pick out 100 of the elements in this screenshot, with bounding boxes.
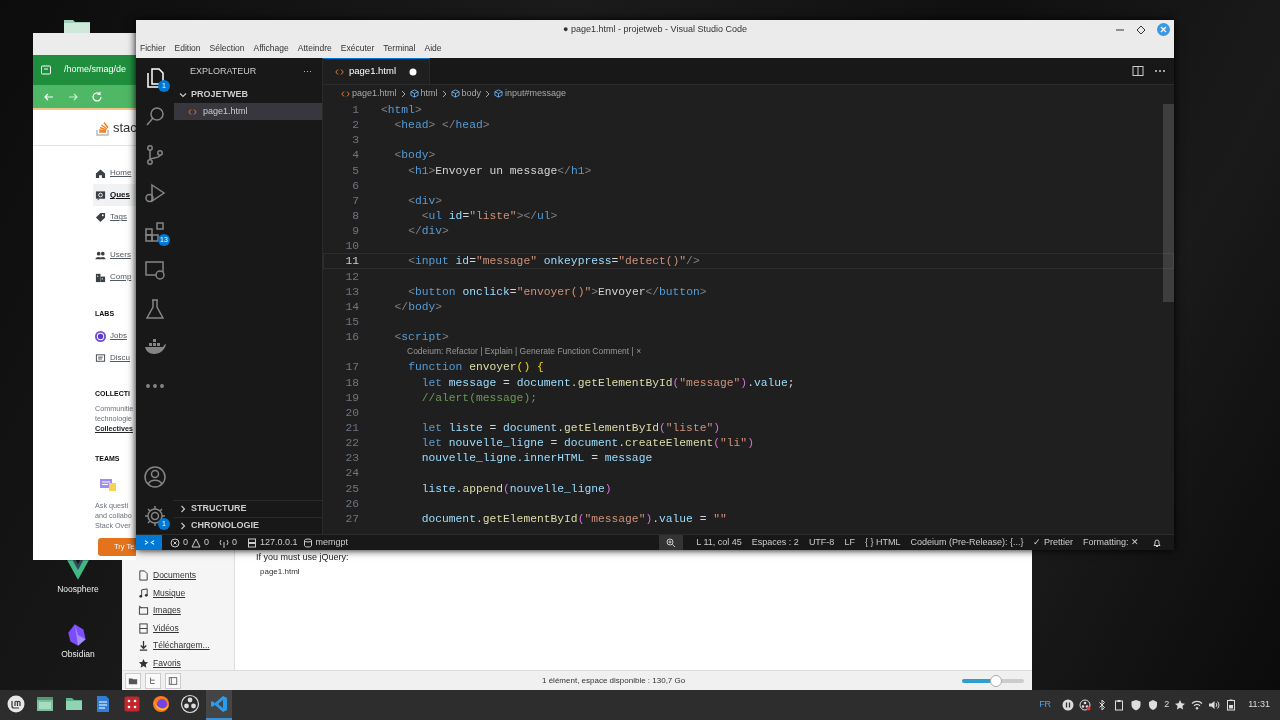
- status-item[interactable]: LF: [839, 535, 860, 550]
- desktop-icon-label[interactable]: Noosphere: [57, 583, 99, 596]
- sidebar-item[interactable]: Musique: [122, 584, 234, 602]
- tab-icon[interactable]: [40, 64, 52, 76]
- editor-tab[interactable]: page1.html: [323, 58, 430, 84]
- teams-chat-icon: [100, 478, 116, 492]
- shield-icon[interactable]: [1130, 699, 1143, 711]
- line-number: 12: [344, 269, 359, 283]
- line-number: 9: [351, 224, 359, 238]
- line-number: 6: [351, 178, 359, 192]
- battery-icon[interactable]: [1225, 699, 1238, 711]
- line-number: 11: [344, 254, 359, 268]
- menu-icon[interactable]: [6, 694, 26, 714]
- shield-badge-icon[interactable]: [1147, 699, 1160, 711]
- bell-icon: [1152, 537, 1162, 548]
- code-lens[interactable]: Codeium: Refactor | Explain | Generate Function Comment | ×: [323, 344, 1174, 360]
- menu-item[interactable]: Sélection: [209, 42, 245, 55]
- more-actions[interactable]: ···: [303, 65, 312, 79]
- nav-link[interactable]: Discu: [93, 347, 136, 369]
- line-number: 15: [344, 314, 359, 329]
- nav-link[interactable]: Users: [93, 244, 136, 266]
- clipboard-icon[interactable]: [1113, 699, 1126, 711]
- flask-icon[interactable]: [143, 296, 167, 321]
- menu-item[interactable]: Aide: [424, 42, 442, 55]
- code-editor-icon[interactable]: [209, 694, 229, 714]
- line-number: 14: [344, 299, 359, 313]
- status-item[interactable]: Codeium (Pre-Release): {...}: [905, 535, 1029, 550]
- blocks-icon[interactable]: [143, 219, 167, 244]
- menu-item[interactable]: Terminal: [383, 42, 416, 55]
- globe-icon[interactable]: [151, 694, 171, 714]
- tree-button[interactable]: [145, 672, 161, 689]
- status-item[interactable]: Formatting: ✕: [1078, 535, 1144, 550]
- split-editor-icon[interactable]: [1132, 65, 1144, 77]
- note-text: If you must use jQuery:: [256, 551, 349, 563]
- dice-icon[interactable]: [122, 694, 142, 714]
- address-text[interactable]: /home/smag/de: [64, 63, 127, 77]
- settings-icon[interactable]: [143, 503, 167, 528]
- file-item[interactable]: page1.html: [260, 566, 300, 578]
- menu-item[interactable]: Affichage: [253, 42, 289, 55]
- aperture-icon[interactable]: [1079, 699, 1092, 711]
- breadcrumb[interactable]: html: [409, 86, 438, 101]
- clock[interactable]: 11:31: [1248, 698, 1270, 712]
- maximize-icon[interactable]: [1136, 24, 1146, 35]
- star-icon: [138, 657, 149, 669]
- users-icon: [95, 249, 106, 261]
- sidebar-item[interactable]: Favoris: [122, 654, 234, 672]
- file-row[interactable]: page1.html: [174, 103, 322, 120]
- status-item[interactable]: UTF-8: [803, 535, 840, 550]
- breadcrumb[interactable]: body: [450, 86, 482, 101]
- status-item[interactable]: 0 0: [162, 535, 215, 550]
- volume-icon[interactable]: [1208, 699, 1221, 711]
- tree-icon: [148, 675, 158, 686]
- status-item[interactable]: memgpt: [302, 535, 354, 550]
- account-icon[interactable]: [143, 464, 167, 489]
- monitor-icon[interactable]: [143, 258, 167, 283]
- remote-button[interactable]: [136, 535, 162, 550]
- line-number: 19: [344, 390, 359, 404]
- status-item[interactable]: ✓ Prettier: [1028, 535, 1078, 550]
- status-item[interactable]: 0: [214, 535, 243, 550]
- sidebar-item[interactable]: Téléchargem...: [122, 637, 234, 655]
- line-number: 18: [344, 375, 359, 389]
- chevron-icon[interactable]: [178, 504, 188, 514]
- breadcrumb[interactable]: page1.html: [341, 86, 397, 101]
- sidebar-item[interactable]: Images: [122, 602, 234, 620]
- nav-link[interactable]: Ques: [93, 184, 136, 206]
- menu-item[interactable]: Atteindre: [297, 42, 332, 55]
- menu-item[interactable]: Edition: [174, 42, 201, 55]
- line-number: 16: [344, 330, 359, 344]
- image-icon: [138, 605, 149, 617]
- places-button[interactable]: [125, 672, 141, 689]
- nav-link[interactable]: Home: [93, 162, 136, 184]
- menu-item[interactable]: Exécuter: [340, 42, 375, 55]
- status-item[interactable]: 127.0.0.1: [242, 535, 303, 550]
- star-icon[interactable]: [1174, 699, 1187, 711]
- pause-icon[interactable]: [1062, 699, 1075, 711]
- aperture-icon[interactable]: [180, 694, 200, 714]
- scrollbar[interactable]: [1163, 104, 1174, 302]
- wifi-icon[interactable]: [1191, 699, 1204, 711]
- question-icon: [95, 189, 106, 201]
- zoom-button[interactable]: [659, 535, 684, 550]
- code-line: let liste = document.getElementById("liste"): [420, 420, 721, 435]
- nav-link[interactable]: Jobs: [93, 325, 136, 347]
- sidebar-item[interactable]: Documents: [122, 567, 234, 585]
- sidebar-item[interactable]: Vidéos: [122, 619, 234, 637]
- status-item[interactable]: L 11, col 45: [691, 535, 747, 550]
- folder-row[interactable]: PROJETWEB: [174, 86, 322, 103]
- window-icon[interactable]: [35, 694, 55, 714]
- breadcrumb[interactable]: input#message: [494, 86, 567, 101]
- status-item[interactable]: { } HTML: [859, 535, 906, 550]
- folder-icon[interactable]: [62, 17, 92, 33]
- close-icon[interactable]: [1157, 23, 1170, 36]
- keyboard-layout[interactable]: FR: [1039, 698, 1052, 712]
- sidebar-toggle-button[interactable]: [165, 672, 181, 689]
- desktop-icon-label[interactable]: Obsidian: [61, 648, 95, 661]
- section-row[interactable]: STRUCTURE: [174, 500, 322, 517]
- nav-link[interactable]: Comp: [93, 266, 136, 288]
- menu-item[interactable]: Fichier: [140, 42, 166, 55]
- status-item[interactable]: Espaces : 2: [746, 535, 804, 550]
- nav-link[interactable]: Tags: [93, 206, 136, 228]
- chevron-icon[interactable]: [178, 521, 188, 531]
